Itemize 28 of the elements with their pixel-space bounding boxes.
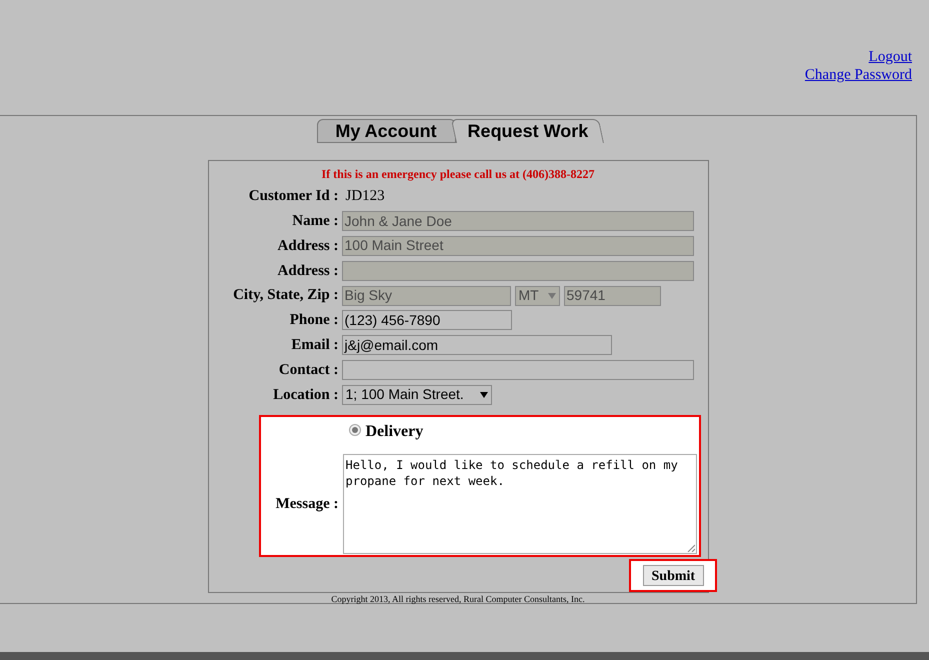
text-field[interactable]: (123) 456-7890 [342, 310, 512, 330]
field-label: Customer Id : [248, 187, 338, 206]
copyright: Copyright 2013, All rights reserved, Rural Computer Consultants, Inc. [330, 594, 586, 604]
text-field[interactable] [342, 360, 694, 380]
header-link[interactable]: Logout [868, 48, 912, 66]
emergency-notice: If this is an emergency please call us at (406)388-8227 [320, 166, 596, 182]
message-textarea[interactable]: Hello, I would like to schedule a refill on my propane for next week. [342, 454, 696, 554]
field-label: Address : [276, 236, 338, 256]
field-label: City, State, Zip : [232, 286, 338, 306]
radio-button[interactable] [348, 424, 360, 436]
text-field[interactable]: j&j@email.com [342, 335, 612, 356]
field-label: Phone : [288, 311, 338, 330]
tab[interactable]: Request Work [450, 119, 604, 143]
radio-label: Delivery [366, 422, 424, 442]
customer-id: JD123 [346, 187, 385, 206]
tab[interactable]: My Account [316, 119, 456, 143]
header-link[interactable]: Change Password [804, 66, 912, 84]
select-field[interactable]: 1; 100 Main Street. [342, 384, 492, 405]
field-label: Email : [290, 336, 338, 355]
field-label: Contact : [278, 360, 338, 380]
submit-button[interactable]: Submit [642, 565, 704, 586]
field-label: Address : [276, 262, 338, 281]
field-label: Location : [272, 386, 338, 405]
resize-grip-icon [686, 544, 694, 552]
field-label: Message : [274, 494, 338, 514]
field-label: Name : [291, 212, 338, 231]
caret-icon [548, 292, 556, 299]
caret-icon [480, 392, 488, 398]
